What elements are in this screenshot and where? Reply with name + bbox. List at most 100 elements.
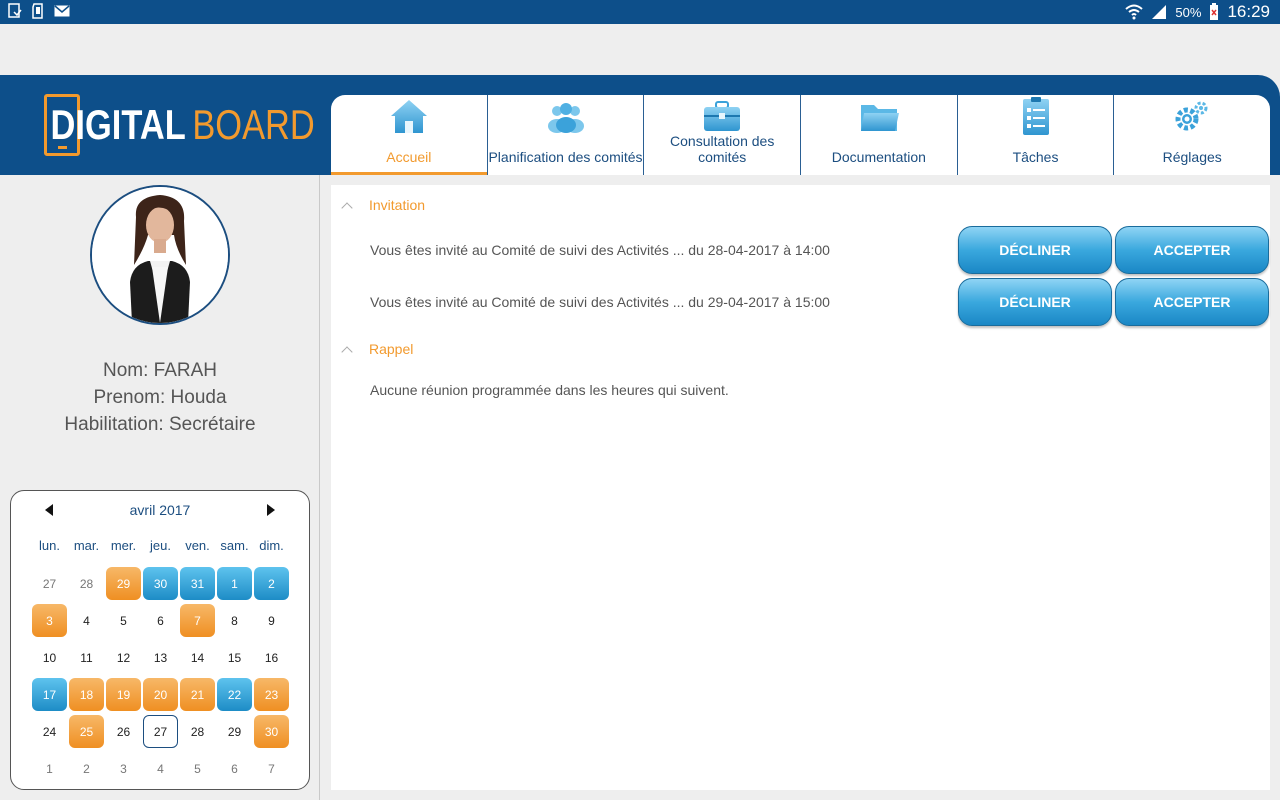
calendar-day[interactable]: 21 xyxy=(179,676,216,713)
rappel-text: Aucune réunion programmée dans les heure… xyxy=(370,382,729,398)
calendar-day[interactable]: 3 xyxy=(105,750,142,787)
calendar-day[interactable]: 1 xyxy=(216,565,253,602)
weekday-label: dim. xyxy=(259,538,284,553)
calendar-day-number: 24 xyxy=(42,724,57,739)
calendar-day-number: 5 xyxy=(120,613,127,628)
calendar-weekdays: lun. mar. mer. jeu. ven. sam. dim. xyxy=(31,538,290,553)
calendar-day-number: 28 xyxy=(79,576,94,591)
calendar-day[interactable]: 29 xyxy=(216,713,253,750)
calendar-day[interactable]: 27 xyxy=(31,565,68,602)
calendar-day[interactable]: 11 xyxy=(68,639,105,676)
calendar-day[interactable]: 30 xyxy=(253,713,290,750)
calendar-day-number: 9 xyxy=(268,613,275,628)
tab-label: Accueil xyxy=(386,149,432,165)
avatar xyxy=(90,185,230,325)
calendar-day[interactable]: 10 xyxy=(31,639,68,676)
tab-accueil[interactable]: Accueil xyxy=(331,95,487,175)
calendar-day-number: 27 xyxy=(42,576,57,591)
calendar-day[interactable]: 4 xyxy=(68,602,105,639)
calendar-day-number: 7 xyxy=(268,761,275,776)
calendar-day[interactable]: 8 xyxy=(216,602,253,639)
calendar-day[interactable]: 17 xyxy=(31,676,68,713)
calendar: avril 2017 lun. mar. mer. jeu. ven. sam.… xyxy=(10,490,310,790)
calendar-day-number: 2 xyxy=(83,761,90,776)
calendar-day[interactable]: 2 xyxy=(68,750,105,787)
calendar-day[interactable]: 14 xyxy=(179,639,216,676)
sidebar: Nom: FARAH Prenom: Houda Habilitation: S… xyxy=(0,175,320,800)
main-tabs: Accueil Planification des comités Consul… xyxy=(331,95,1270,175)
calendar-day[interactable]: 27 xyxy=(142,713,179,750)
sd-card-icon xyxy=(32,3,43,19)
calendar-day-number: 20 xyxy=(143,678,178,711)
calendar-day[interactable]: 19 xyxy=(105,676,142,713)
wifi-icon xyxy=(1125,4,1144,20)
invitation-text: Vous êtes invité au Comité de suivi des … xyxy=(370,242,830,258)
calendar-day[interactable]: 24 xyxy=(31,713,68,750)
calendar-day-number: 29 xyxy=(106,567,141,600)
calendar-day[interactable]: 9 xyxy=(253,602,290,639)
clock: 16:29 xyxy=(1227,2,1270,21)
calendar-day[interactable]: 6 xyxy=(142,602,179,639)
calendar-day[interactable]: 13 xyxy=(142,639,179,676)
tab-planification[interactable]: Planification des comités xyxy=(486,95,644,175)
calendar-day[interactable]: 25 xyxy=(68,713,105,750)
tab-label: Tâches xyxy=(1012,149,1059,165)
calendar-day-number: 14 xyxy=(190,650,205,665)
user-photo xyxy=(92,187,228,323)
calendar-day[interactable]: 28 xyxy=(179,713,216,750)
chevron-up-icon xyxy=(341,344,351,354)
calendar-day[interactable]: 2 xyxy=(253,565,290,602)
tab-documentation[interactable]: Documentation xyxy=(800,95,957,175)
calendar-day-number: 7 xyxy=(180,604,215,637)
tab-consultation[interactable]: Consultation des comités xyxy=(643,95,800,175)
calendar-day-number: 8 xyxy=(231,613,238,628)
invitation-section-header[interactable]: Invitation xyxy=(341,197,425,213)
calendar-day-number: 19 xyxy=(106,678,141,711)
calendar-day[interactable]: 1 xyxy=(31,750,68,787)
calendar-day[interactable]: 30 xyxy=(142,565,179,602)
decline-button[interactable]: DÉCLINER xyxy=(958,278,1112,326)
calendar-next-month-icon[interactable] xyxy=(267,504,275,516)
tab-reglages[interactable]: Réglages xyxy=(1113,95,1270,175)
calendar-day[interactable]: 22 xyxy=(216,676,253,713)
calendar-day-number: 28 xyxy=(190,724,205,739)
calendar-day[interactable]: 28 xyxy=(68,565,105,602)
calendar-day[interactable]: 4 xyxy=(142,750,179,787)
calendar-day[interactable]: 6 xyxy=(216,750,253,787)
invitation-row: Vous êtes invité au Comité de suivi des … xyxy=(331,226,1270,274)
calendar-day-number: 25 xyxy=(69,715,104,748)
user-nom: Nom: FARAH xyxy=(102,360,218,381)
calendar-day[interactable]: 31 xyxy=(179,565,216,602)
calendar-day[interactable]: 26 xyxy=(105,713,142,750)
calendar-day[interactable]: 23 xyxy=(253,676,290,713)
tab-taches[interactable]: Tâches xyxy=(956,95,1114,175)
calendar-day[interactable]: 5 xyxy=(179,750,216,787)
accept-button[interactable]: ACCEPTER xyxy=(1115,278,1269,326)
calendar-day[interactable]: 15 xyxy=(216,639,253,676)
calendar-day[interactable]: 5 xyxy=(105,602,142,639)
calendar-day[interactable]: 16 xyxy=(253,639,290,676)
calendar-day[interactable]: 7 xyxy=(253,750,290,787)
decline-button[interactable]: DÉCLINER xyxy=(958,226,1112,274)
calendar-day-number: 3 xyxy=(32,604,67,637)
calendar-day-number: 12 xyxy=(116,650,131,665)
logo-text-digital: DIGITAL xyxy=(50,101,186,148)
calendar-day[interactable]: 7 xyxy=(179,602,216,639)
calendar-day-number: 16 xyxy=(264,650,279,665)
weekday-label: lun. xyxy=(39,538,60,553)
calendar-day[interactable]: 20 xyxy=(142,676,179,713)
calendar-day-number: 15 xyxy=(227,650,242,665)
calendar-day[interactable]: 12 xyxy=(105,639,142,676)
rappel-section-header[interactable]: Rappel xyxy=(341,341,413,357)
calendar-day-number: 30 xyxy=(143,567,178,600)
logo: DIGITAL BOARD xyxy=(44,94,374,156)
calendar-day[interactable]: 18 xyxy=(68,676,105,713)
calendar-day[interactable]: 3 xyxy=(31,602,68,639)
weekday-label: ven. xyxy=(185,538,210,553)
weekday-label: sam. xyxy=(220,538,249,553)
calendar-day-number: 23 xyxy=(254,678,289,711)
accept-button[interactable]: ACCEPTER xyxy=(1115,226,1269,274)
user-info: Nom: FARAH Prenom: Houda Habilitation: S… xyxy=(0,357,320,438)
calendar-day[interactable]: 29 xyxy=(105,565,142,602)
chevron-up-icon xyxy=(341,200,351,210)
